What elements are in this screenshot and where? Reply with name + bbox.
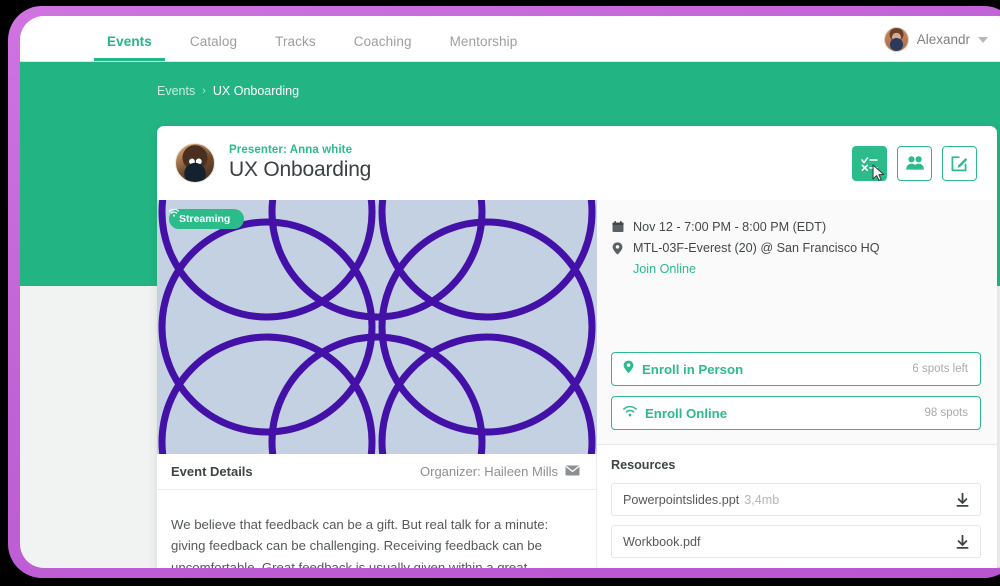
resources-section: Resources Powerpointslides.ppt 3,4mb Wor… — [597, 444, 997, 568]
enroll-online-label: Enroll Online — [645, 405, 728, 421]
breadcrumb-separator-icon: › — [202, 85, 206, 97]
organizer-info: Organizer: Haileen Mills — [420, 464, 580, 479]
tab-coaching[interactable]: Coaching — [335, 34, 431, 61]
user-menu[interactable]: Alexandr — [883, 27, 988, 52]
join-online-link[interactable]: Join Online — [633, 262, 981, 276]
location-pin-icon — [623, 360, 634, 379]
checklist-icon — [860, 154, 879, 173]
tab-catalog[interactable]: Catalog — [171, 34, 256, 61]
avatar — [883, 27, 909, 52]
resources-title: Resources — [611, 458, 676, 472]
enroll-in-person-button[interactable]: Enroll in Person 6 spots left — [611, 352, 981, 386]
event-location-row: MTL-03F-Everest (20) @ San Francisco HQ — [611, 241, 981, 255]
event-actions — [852, 145, 977, 181]
organizer-label: Organizer: Haileen Mills — [420, 464, 558, 479]
download-icon[interactable] — [956, 492, 969, 507]
event-header-text: Presenter: Anna white UX Onboarding — [229, 144, 371, 182]
browser-window: Events Catalog Tracks Coaching Mentorshi… — [20, 16, 1000, 568]
event-left-column: Streaming Event Details Organizer: Haile… — [157, 200, 597, 568]
circle-pattern-graphic — [158, 200, 596, 454]
nav-tabs: Events Catalog Tracks Coaching Mentorshi… — [88, 16, 536, 61]
event-description: We believe that feedback can be a gift. … — [171, 517, 549, 568]
enroll-online-button[interactable]: Enroll Online 98 spots — [611, 396, 981, 430]
list-item[interactable]: Powerpointslides.ppt 3,4mb — [611, 483, 981, 516]
streaming-badge-label: Streaming — [179, 213, 231, 225]
calendar-icon — [611, 220, 624, 233]
event-card: Presenter: Anna white UX Onboarding Stre… — [157, 126, 997, 568]
edit-event-button[interactable] — [942, 145, 977, 181]
enroll-in-person-spots: 6 spots left — [912, 363, 968, 375]
edit-pencil-icon — [950, 154, 969, 173]
event-date-row: Nov 12 - 7:00 PM - 8:00 PM (EDT) — [611, 220, 981, 234]
event-details-title: Event Details — [171, 464, 253, 479]
event-right-column: Nov 12 - 7:00 PM - 8:00 PM (EDT) MTL-03F… — [597, 200, 997, 568]
breadcrumb: Events › UX Onboarding — [157, 84, 299, 98]
tab-mentorship[interactable]: Mentorship — [431, 34, 537, 61]
screenshot-stage: Events Catalog Tracks Coaching Mentorshi… — [0, 0, 1000, 586]
top-navigation-bar: Events Catalog Tracks Coaching Mentorshi… — [20, 16, 1000, 62]
event-location-label: MTL-03F-Everest (20) @ San Francisco HQ — [633, 241, 880, 255]
list-item[interactable]: Workbook.pdf — [611, 525, 981, 558]
status-badge[interactable]: Streaming — [169, 209, 245, 229]
event-details-header: Event Details Organizer: Haileen Mills — [157, 454, 596, 490]
enroll-online-spots: 98 spots — [924, 407, 968, 419]
people-icon — [905, 154, 925, 172]
chevron-down-icon — [978, 36, 988, 43]
event-meta: Nov 12 - 7:00 PM - 8:00 PM (EDT) MTL-03F… — [597, 200, 997, 352]
mail-icon[interactable] — [565, 464, 580, 479]
wifi-icon — [623, 404, 637, 422]
event-card-header: Presenter: Anna white UX Onboarding — [157, 126, 997, 200]
enroll-in-person-label: Enroll in Person — [642, 361, 744, 377]
breadcrumb-current: UX Onboarding — [212, 84, 300, 98]
resource-size: 3,4mb — [744, 492, 780, 507]
resource-name: Workbook.pdf — [623, 534, 701, 549]
resource-name: Powerpointslides.ppt — [623, 492, 740, 507]
page-title: UX Onboarding — [229, 158, 372, 181]
breadcrumb-events-link[interactable]: Events — [157, 84, 195, 98]
location-pin-icon — [611, 241, 624, 255]
event-hero-image: Streaming — [157, 200, 597, 454]
presenter-label: Presenter: Anna white — [229, 144, 353, 156]
user-name-label: Alexandr — [916, 32, 970, 47]
event-date-label: Nov 12 - 7:00 PM - 8:00 PM (EDT) — [633, 220, 827, 234]
enroll-actions: Enroll in Person 6 spots left Enroll Onl… — [597, 352, 997, 430]
tab-events[interactable]: Events — [88, 34, 171, 61]
event-card-body: Streaming Event Details Organizer: Haile… — [157, 200, 997, 568]
download-icon[interactable] — [956, 534, 969, 549]
attendance-checklist-button[interactable] — [852, 145, 887, 181]
tab-tracks[interactable]: Tracks — [256, 34, 335, 61]
attendees-button[interactable] — [897, 145, 932, 181]
presenter-avatar — [175, 143, 215, 183]
